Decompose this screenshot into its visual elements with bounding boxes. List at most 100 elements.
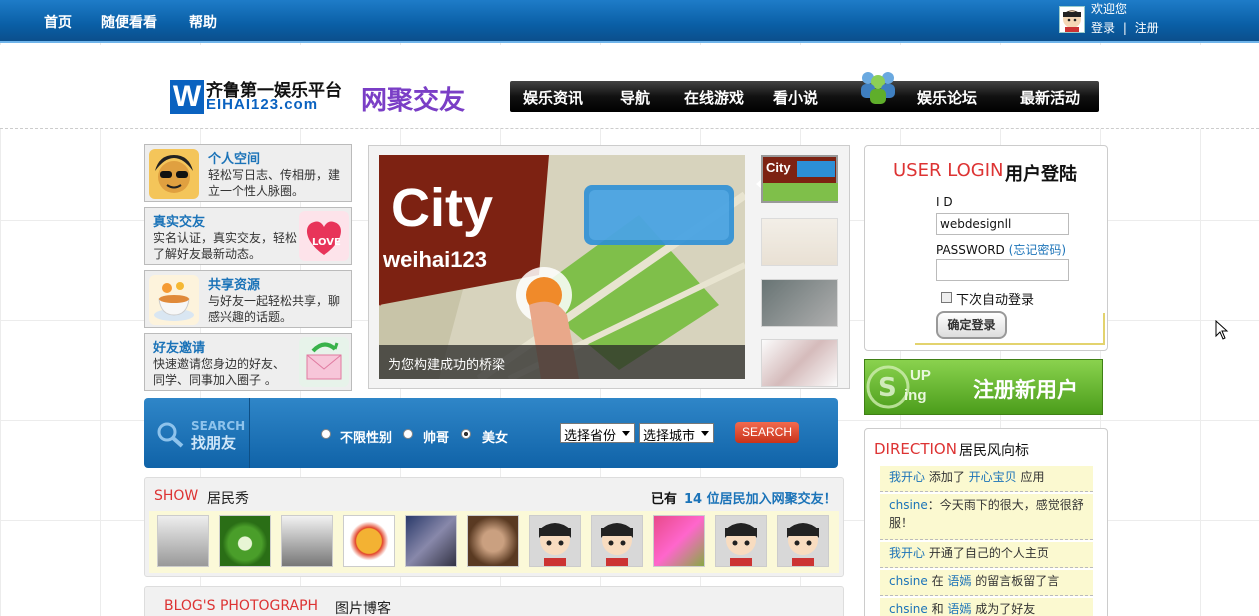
resident-avatar[interactable] — [343, 515, 395, 567]
province-select[interactable]: 选择省份 — [560, 423, 635, 444]
feed-text: 和 — [927, 602, 948, 616]
default-avatar-icon[interactable] — [715, 515, 767, 567]
login-link[interactable]: 登录 — [1091, 21, 1115, 35]
nav-directory[interactable]: 导航 — [620, 87, 650, 108]
feature-description: 快速邀请您身边的好友、同学、同事加入圈子 。 — [153, 357, 286, 387]
slideshow-caption: 为您构建成功的桥梁 — [379, 345, 745, 379]
search-divider — [249, 398, 250, 468]
user-links: 登录 | 注册 — [1091, 19, 1159, 36]
feed-user-link[interactable]: chsine — [889, 574, 928, 588]
register-link[interactable]: 注册 — [1135, 21, 1159, 35]
activity-feed-item: chsine 在 语嫣 的留言板留了言 — [880, 570, 1093, 596]
svg-text:S: S — [878, 373, 897, 403]
slide-thumbnail-label: City — [766, 160, 791, 175]
resident-avatar[interactable] — [653, 515, 705, 567]
gender-male-radio[interactable] — [403, 429, 413, 439]
feed-user-link[interactable]: chsine — [889, 602, 928, 616]
activity-feed-item: 我开心 添加了 开心宝贝 应用 — [880, 466, 1093, 492]
mouse-pointer-icon — [1215, 319, 1229, 340]
feed-user-link[interactable]: 我开心 — [889, 470, 925, 484]
feed-target-link[interactable]: 语嫣 — [947, 574, 971, 588]
resident-avatar[interactable] — [405, 515, 457, 567]
nav-novels[interactable]: 看小说 — [773, 87, 818, 108]
search-button[interactable]: SEARCH — [735, 422, 799, 443]
resident-avatar[interactable] — [219, 515, 271, 567]
default-avatar-icon[interactable] — [777, 515, 829, 567]
site-logo-mark[interactable]: W — [170, 80, 204, 114]
feature-share-resources[interactable]: 共享资源 与好友一起轻松共享，聊感兴趣的话题。 — [144, 270, 352, 328]
feed-tail: 的留言板留了言 — [971, 574, 1060, 588]
feature-personal-space[interactable]: 个人空间 轻松写日志、传相册，建立一个性人脉圈。 — [144, 144, 352, 202]
remember-me-label[interactable]: 下次自动登录 — [956, 289, 1034, 308]
nav-latest-events[interactable]: 最新活动 — [1020, 87, 1080, 108]
search-icon — [155, 420, 187, 448]
remember-me-checkbox[interactable] — [941, 292, 952, 303]
slideshow-subtitle: weihai123 — [383, 247, 487, 272]
nav-help-link[interactable]: 帮助 — [189, 12, 217, 32]
feed-text: 开通了自己的个人主页 — [925, 546, 1049, 560]
feed-target-link[interactable]: 开心宝贝 — [969, 470, 1017, 484]
default-avatar-icon[interactable] — [529, 515, 581, 567]
login-title-en: USER LOGIN — [893, 160, 1004, 181]
user-avatar-icon — [1059, 6, 1085, 33]
invite-envelope-icon — [299, 337, 349, 387]
feature-real-friends[interactable]: 真实交友 实名认证，真实交友，轻松了解好友最新动态。 LOVE — [144, 207, 352, 265]
feature-description: 实名认证，真实交友，轻松了解好友最新动态。 — [153, 231, 298, 261]
feature-description: 轻松写日志、传相册，建立一个性人脉圈。 — [208, 168, 341, 198]
nav-forum[interactable]: 娱乐论坛 — [917, 87, 977, 108]
nav-online-games[interactable]: 在线游戏 — [684, 87, 744, 108]
slide-thumbnail[interactable] — [761, 339, 838, 387]
search-label-en: SEARCH — [191, 419, 246, 433]
password-input[interactable] — [936, 259, 1069, 281]
feature-invite-friends[interactable]: 好友邀请 快速邀请您身边的好友、同学、同事加入圈子 。 — [144, 333, 352, 391]
feed-user-link[interactable]: chsine — [889, 498, 928, 512]
slide-thumbnail[interactable] — [761, 218, 838, 266]
slide-thumbnail[interactable] — [761, 279, 838, 327]
feed-user-link[interactable]: 我开心 — [889, 546, 925, 560]
register-logo-text-bottom: ing — [904, 387, 927, 404]
feature-title[interactable]: 个人空间 — [208, 148, 260, 167]
slide-thumbnail[interactable]: City — [761, 155, 838, 203]
feed-tail: 应用 — [1016, 470, 1045, 484]
gender-any-label[interactable]: 不限性别 — [340, 427, 392, 446]
login-submit-button[interactable]: 确定登录 — [936, 311, 1007, 339]
feed-target-link[interactable]: 语嫣 — [947, 602, 971, 616]
activity-feed-item: chsine 和 语嫣 成为了好友 — [880, 598, 1093, 616]
default-avatar-icon[interactable] — [591, 515, 643, 567]
gender-female-radio[interactable] — [461, 429, 471, 439]
register-label[interactable]: 注册新用户 — [973, 374, 1078, 404]
member-count-prefix: 已有 — [651, 492, 678, 507]
direction-title-en: DIRECTION — [874, 440, 957, 458]
gender-female-label[interactable]: 美女 — [482, 427, 508, 446]
feed-text: 在 — [927, 574, 948, 588]
username-input[interactable]: webdesignll — [936, 213, 1069, 235]
search-label-cn: 找朋友 — [191, 434, 237, 452]
feature-title[interactable]: 好友邀请 — [153, 337, 205, 356]
show-title-en: SHOW — [154, 488, 199, 504]
city-select[interactable]: 选择城市 — [639, 423, 714, 444]
password-label-row: PASSWORD (忘记密码) — [936, 241, 1066, 258]
people-group-icon — [856, 68, 900, 108]
love-heart-icon: LOVE — [299, 211, 349, 261]
gender-any-radio[interactable] — [321, 429, 331, 439]
sunglasses-face-icon — [149, 149, 199, 199]
feed-text: 添加了 — [925, 470, 969, 484]
nav-home-link[interactable]: 首页 — [44, 12, 72, 32]
feature-title[interactable]: 共享资源 — [208, 274, 260, 293]
feature-title[interactable]: 真实交友 — [153, 211, 205, 230]
nav-entertainment-news[interactable]: 娱乐资讯 — [523, 87, 583, 108]
blog-title-cn: 图片博客 — [335, 601, 391, 616]
gender-male-label[interactable]: 帅哥 — [423, 427, 449, 446]
slideshow-title: City — [391, 178, 494, 238]
welcome-text: 欢迎您 — [1091, 2, 1128, 16]
register-logo-icon: S UP ing — [866, 363, 966, 411]
password-label: PASSWORD — [936, 243, 1005, 257]
forgot-password-link[interactable]: (忘记密码) — [1009, 243, 1066, 257]
activity-feed-item: 我开心 开通了自己的个人主页 — [880, 542, 1093, 568]
resident-avatar[interactable] — [467, 515, 519, 567]
tea-cup-icon — [149, 275, 199, 325]
resident-avatar[interactable] — [157, 515, 209, 567]
nav-browse-link[interactable]: 随便看看 — [101, 12, 157, 32]
resident-avatar[interactable] — [281, 515, 333, 567]
feed-tail: 成为了好友 — [971, 602, 1036, 616]
